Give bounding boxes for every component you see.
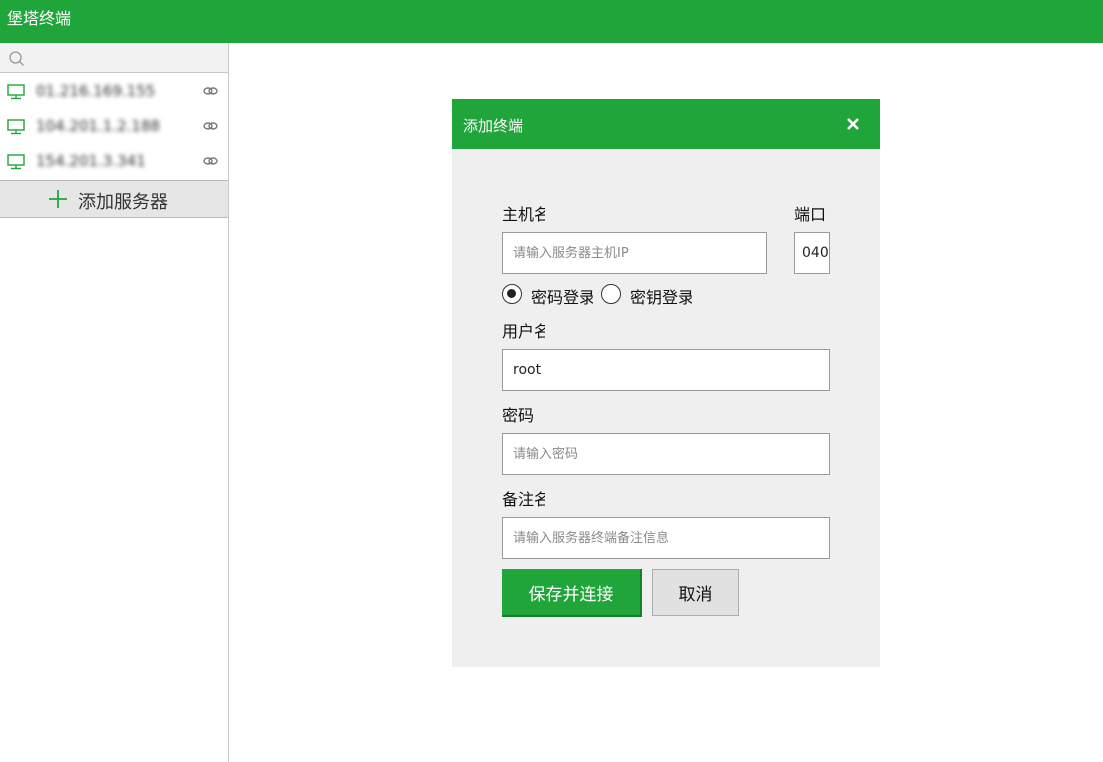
server-list-item[interactable]: 01.216.169.155 (0, 74, 228, 109)
link-icon[interactable] (203, 86, 218, 96)
search-icon (9, 51, 24, 66)
search-input[interactable] (30, 47, 220, 69)
server-ip: 154.201.3.341 (36, 152, 146, 170)
remark-label: 备注名 (502, 490, 545, 509)
monitor-icon (7, 154, 25, 170)
password-label: 密码 (502, 406, 535, 425)
add-terminal-dialog: 添加终端 主机名 端口 密码登录 密钥登录 用户名 密码 备注名 保存并连接 取… (452, 99, 880, 667)
monitor-icon (7, 119, 25, 135)
monitor-icon (7, 84, 25, 100)
user-input[interactable] (502, 349, 830, 391)
server-list-item[interactable]: 104.201.1.2.188 (0, 109, 228, 144)
cancel-button[interactable]: 取消 (652, 569, 739, 616)
server-list-item[interactable]: 154.201.3.341 (0, 144, 228, 179)
host-label: 主机名 (502, 205, 545, 224)
dialog-header: 添加终端 (452, 99, 880, 149)
add-server-button[interactable]: 添加服务器 (0, 180, 228, 218)
password-login-radio[interactable] (502, 284, 522, 304)
key-login-label[interactable]: 密钥登录 (630, 284, 692, 308)
remark-input[interactable] (502, 517, 830, 559)
add-server-label: 添加服务器 (78, 192, 168, 213)
server-ip: 104.201.1.2.188 (36, 117, 161, 135)
sidebar: 01.216.169.155 104.201.1.2.188 154.201.3… (0, 43, 229, 762)
plus-icon (49, 190, 67, 208)
link-icon[interactable] (203, 121, 218, 131)
link-icon[interactable] (203, 156, 218, 166)
app-title: 堡塔终端 (7, 9, 72, 28)
save-connect-button[interactable]: 保存并连接 (502, 569, 642, 617)
search-bar (0, 43, 228, 73)
port-label: 端口 (794, 205, 827, 224)
server-ip: 01.216.169.155 (36, 82, 156, 100)
dialog-title: 添加终端 (463, 117, 524, 135)
password-login-label[interactable]: 密码登录 (531, 284, 593, 308)
user-label: 用户名 (502, 322, 545, 341)
close-icon[interactable] (845, 116, 861, 132)
password-input[interactable] (502, 433, 830, 475)
host-input[interactable] (502, 232, 767, 274)
port-input[interactable] (794, 232, 830, 274)
app-title-bar: 堡塔终端 (0, 0, 1103, 43)
radio-selected-dot (507, 289, 516, 298)
key-login-radio[interactable] (601, 284, 621, 304)
